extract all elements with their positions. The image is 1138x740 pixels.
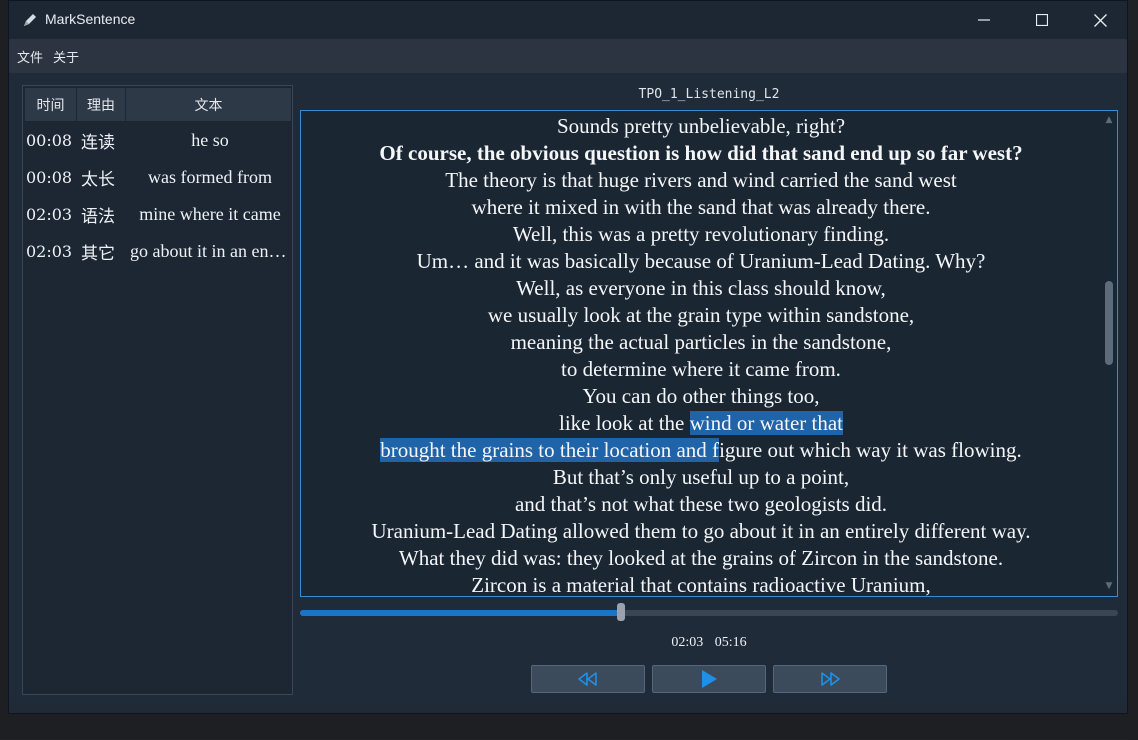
highlighted-selection[interactable]: wind or water that [689, 411, 843, 435]
column-header-time[interactable]: 时间 [25, 88, 77, 121]
table-row[interactable]: 00:08 太长 was formed from [25, 159, 291, 196]
maximize-icon [1036, 14, 1048, 26]
table-row[interactable]: 00:08 连读 he so [25, 122, 291, 159]
fast-forward-icon [821, 672, 840, 686]
transcript-view[interactable]: Sounds pretty unbelievable, right? Of cou… [300, 110, 1118, 597]
menu-bar: 文件 关于 [9, 39, 1127, 73]
play-button[interactable] [652, 665, 766, 693]
table-body: 00:08 连读 he so 00:08 太长 was formed from … [25, 122, 291, 270]
transcript-line[interactable]: What they did was: they looked at the gr… [301, 545, 1101, 572]
time-display: 02:03 05:16 [300, 635, 1118, 651]
transcript-line[interactable]: Uranium-Lead Dating allowed them to go a… [301, 518, 1101, 545]
fast-forward-button[interactable] [773, 665, 887, 693]
scroll-down-icon[interactable]: ▼ [1104, 581, 1114, 591]
close-icon [1093, 13, 1107, 27]
rewind-icon [578, 672, 597, 686]
cell-text: go about it in an entirely [130, 241, 290, 261]
transcript-line[interactable]: But that’s only useful up to a point, [301, 464, 1101, 491]
cell-reason: 太长 [81, 170, 115, 190]
transcript-line[interactable]: meaning the actual particles in the sand… [301, 329, 1101, 356]
transcript-lines: Sounds pretty unbelievable, right? Of cou… [301, 113, 1101, 596]
cell-text: he so [191, 130, 229, 150]
transcript-line[interactable]: Um… and it was basically because of Uran… [301, 248, 1101, 275]
highlighted-selection[interactable]: brought the grains to their location and… [380, 438, 720, 462]
transcript-line[interactable]: Well, as everyone in this class should k… [301, 275, 1101, 302]
cell-text: mine where it came [139, 204, 281, 224]
scroll-thumb[interactable] [1105, 281, 1113, 365]
table-row[interactable]: 02:03 其它 go about it in an entirely [25, 233, 291, 270]
background-editor-right [1128, 40, 1138, 740]
table-row[interactable]: 02:03 语法 mine where it came [25, 196, 291, 233]
total-time: 05:16 [714, 635, 747, 650]
cell-time: 00:08 [26, 168, 73, 187]
transcript-line[interactable]: You can do other things too, [301, 383, 1101, 410]
play-icon [702, 670, 717, 688]
background-editor-left [0, 0, 8, 739]
line-text: igure out which way it was flowing. [719, 438, 1022, 462]
window-title: MarkSentence [45, 11, 136, 27]
column-header-reason[interactable]: 理由 [77, 88, 126, 121]
minimize-button[interactable] [955, 1, 1013, 39]
minimize-icon [978, 19, 990, 21]
transcript-line[interactable]: The theory is that huge rivers and wind … [301, 167, 1101, 194]
transcript-line[interactable]: to determine where it came from. [301, 356, 1101, 383]
cell-reason: 语法 [81, 207, 115, 227]
app-window: MarkSentence 文件 关于 时间 理由 文本 00:08 连读 he … [8, 0, 1128, 714]
cell-time: 02:03 [26, 242, 73, 261]
pen-icon [21, 11, 39, 29]
current-time: 02:03 [671, 635, 704, 650]
maximize-button[interactable] [1013, 1, 1071, 39]
transcript-scrollbar[interactable]: ▲ ▼ [1101, 111, 1117, 596]
transcript-line[interactable]: Of course, the obvious question is how d… [301, 140, 1101, 167]
transcript-line[interactable]: brought the grains to their location and… [301, 437, 1101, 464]
cell-reason: 其它 [81, 244, 115, 264]
table-header: 时间 理由 文本 [25, 88, 291, 121]
cell-time: 00:08 [26, 131, 73, 150]
title-bar[interactable]: MarkSentence [9, 1, 1127, 39]
playback-controls [531, 665, 888, 694]
close-button[interactable] [1071, 1, 1129, 39]
file-name-label: TPO_1_Listening_L2 [638, 87, 780, 102]
transcript-line[interactable]: where it mixed in with the sand that was… [301, 194, 1101, 221]
menu-about[interactable]: 关于 [53, 47, 79, 66]
seek-progress [300, 610, 622, 616]
cell-time: 02:03 [26, 205, 73, 224]
menu-file[interactable]: 文件 [17, 47, 43, 66]
marks-table: 时间 理由 文本 00:08 连读 he so 00:08 太长 was for… [22, 85, 293, 695]
transcript-line[interactable]: we usually look at the grain type within… [301, 302, 1101, 329]
column-header-text[interactable]: 文本 [126, 88, 291, 121]
scroll-up-icon[interactable]: ▲ [1104, 115, 1114, 125]
cell-text: was formed from [148, 167, 272, 187]
rewind-button[interactable] [531, 665, 645, 693]
seek-handle[interactable] [617, 603, 626, 621]
transcript-line[interactable]: like look at the wind or water that [301, 410, 1101, 437]
transcript-line[interactable]: Sounds pretty unbelievable, right? [301, 113, 1101, 140]
transcript-line[interactable]: and that’s not what these two geologists… [301, 491, 1101, 518]
transcript-line[interactable]: Zircon is a material that contains radio… [301, 572, 1101, 596]
main-content: 时间 理由 文本 00:08 连读 he so 00:08 太长 was for… [9, 73, 1127, 703]
transcript-line[interactable]: Well, this was a pretty revolutionary fi… [301, 221, 1101, 248]
line-text: like look at the [558, 411, 690, 435]
background-editor-bottom [0, 714, 1138, 739]
cell-reason: 连读 [81, 133, 115, 153]
seek-slider[interactable] [300, 603, 1118, 621]
